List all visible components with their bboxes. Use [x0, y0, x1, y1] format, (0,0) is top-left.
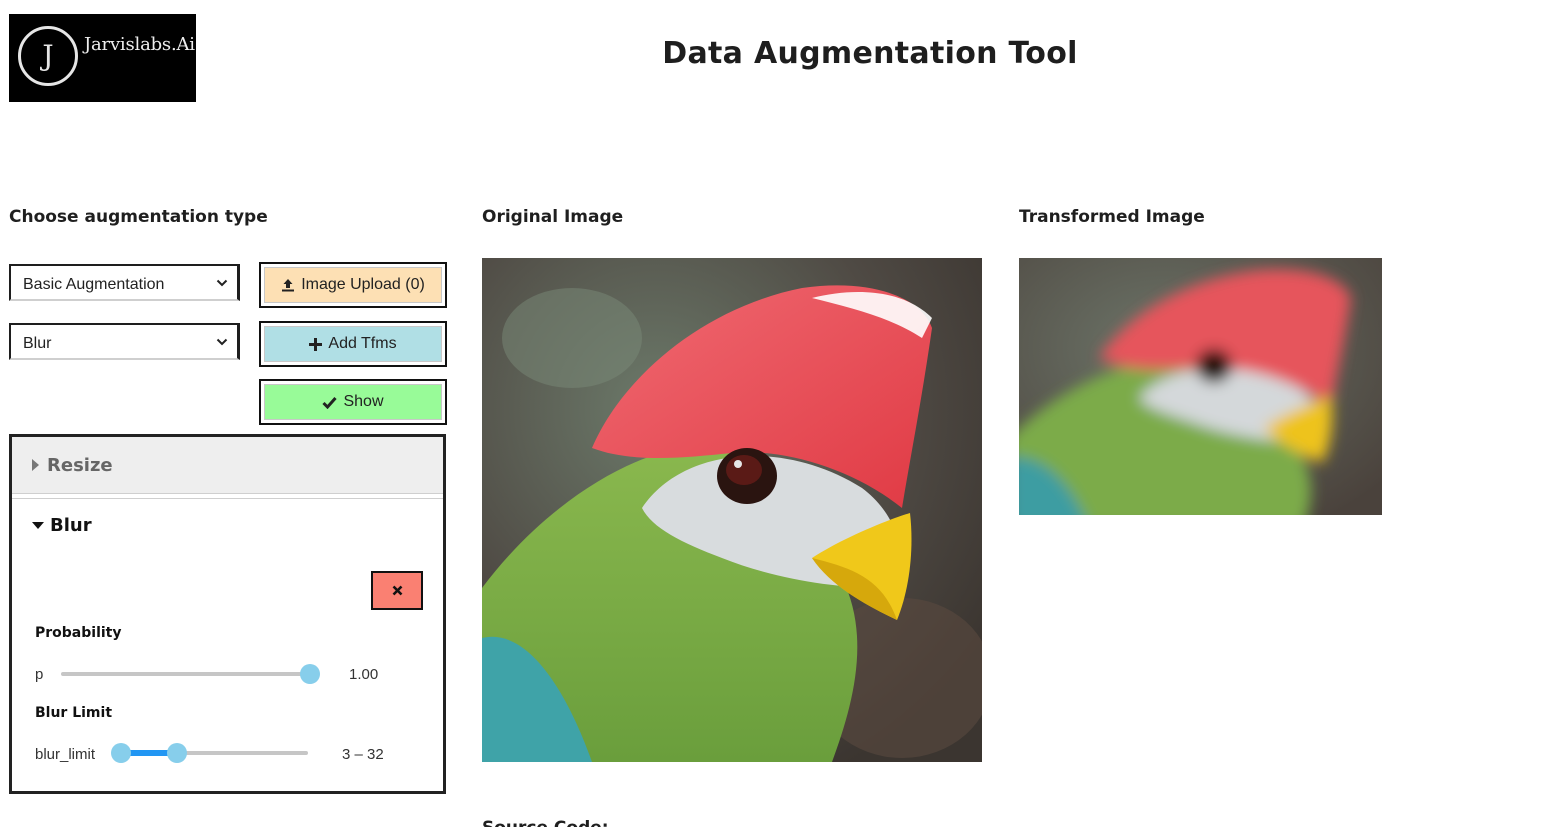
image-upload-button[interactable]: Image Upload (0)	[259, 262, 447, 308]
transform-select[interactable]: Blur	[9, 323, 240, 360]
transformed-image	[1019, 258, 1382, 515]
augmentation-type-value: Basic Augmentation	[23, 275, 165, 293]
accordion-resize-header[interactable]: Resize	[12, 437, 443, 494]
accordion-blur-title: Blur	[50, 515, 92, 536]
blur-limit-high-handle[interactable]	[166, 743, 187, 763]
original-image	[482, 258, 982, 762]
logo-ring: J	[18, 26, 78, 86]
show-label: Show	[343, 393, 384, 410]
blur-limit-low-handle[interactable]	[111, 743, 131, 763]
original-image-heading: Original Image	[482, 207, 624, 227]
blur-limit-value: 3 – 32	[342, 746, 384, 763]
accordion-blur-header[interactable]: Blur	[32, 515, 92, 536]
check-icon	[322, 396, 338, 409]
augmentation-type-heading: Choose augmentation type	[9, 207, 268, 227]
blur-limit-label: Blur Limit	[35, 705, 113, 721]
source-code-heading: Source Code:	[482, 818, 609, 827]
accordion-resize-title: Resize	[47, 454, 113, 476]
transformed-image-heading: Transformed Image	[1019, 207, 1205, 227]
upload-icon	[282, 279, 295, 292]
accordion-divider	[12, 498, 443, 499]
remove-transform-button[interactable]	[371, 571, 423, 610]
add-tfms-button[interactable]: Add Tfms	[259, 321, 447, 367]
show-button[interactable]: Show	[259, 379, 447, 425]
chevron-down-icon	[216, 279, 228, 287]
image-upload-label: Image Upload (0)	[301, 276, 425, 293]
probability-slider-track	[61, 672, 310, 676]
transform-value: Blur	[23, 334, 52, 352]
plus-icon	[309, 337, 323, 351]
logo-text: Jarvislabs.Ai	[84, 34, 195, 55]
app-title: Data Augmentation Tool	[662, 36, 1078, 71]
blur-limit-param-name: blur_limit	[35, 746, 96, 763]
add-tfms-label: Add Tfms	[328, 335, 397, 352]
logo-letter: J	[42, 39, 54, 72]
transforms-accordion: Resize Blur Probability p 1.00 Blur Limi…	[9, 434, 446, 794]
chevron-down-icon	[216, 338, 228, 346]
close-icon	[392, 585, 402, 596]
augmentation-type-select[interactable]: Basic Augmentation	[9, 264, 240, 301]
probability-label: Probability	[35, 625, 122, 641]
jarvislabs-logo: J Jarvislabs.Ai	[9, 14, 196, 102]
probability-value: 1.00	[349, 666, 379, 683]
caret-down-icon	[32, 522, 44, 529]
caret-right-icon	[32, 459, 39, 471]
probability-slider-handle[interactable]	[300, 664, 320, 684]
probability-param-name: p	[35, 666, 44, 683]
